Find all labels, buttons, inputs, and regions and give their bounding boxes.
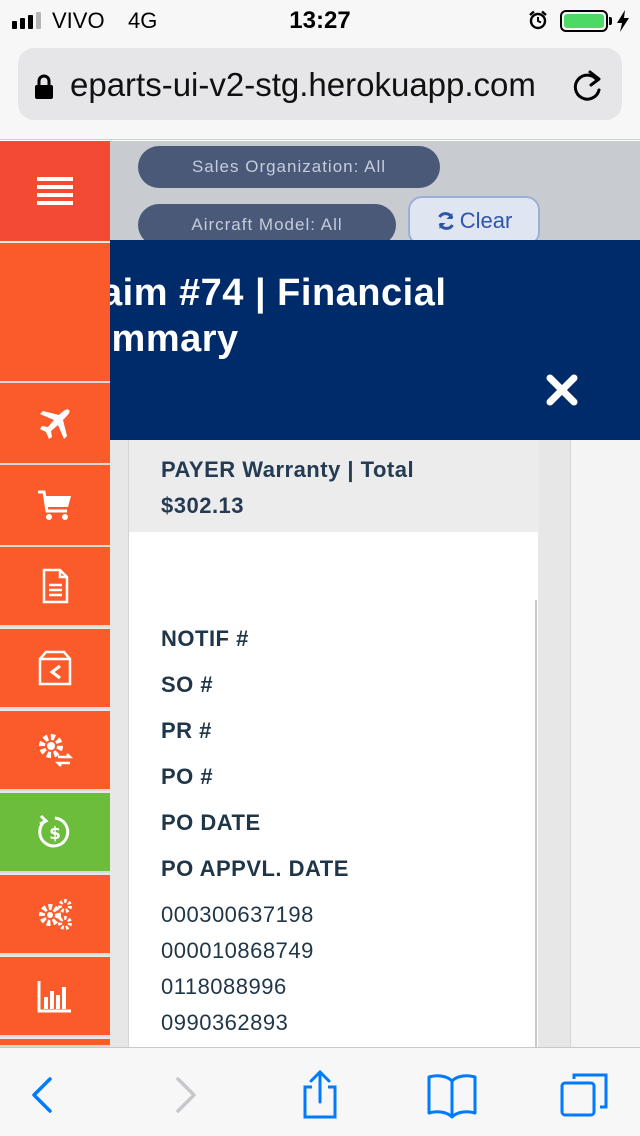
po-approval-date-label: PO APPVL. DATE bbox=[161, 856, 349, 881]
status-bar: VIVO 4G 13:27 bbox=[0, 0, 640, 40]
close-icon[interactable] bbox=[546, 374, 578, 406]
modal-title-line-1: Claim #74 | Financial bbox=[110, 272, 447, 314]
filter-bar: Sales Organization: All Aircraft Model: … bbox=[110, 141, 640, 246]
gear-exchange-icon bbox=[39, 734, 74, 767]
gears-icon bbox=[39, 899, 72, 930]
field-labels: NOTIF # SO # PR # PO # PO DATE PO APPVL.… bbox=[161, 624, 349, 900]
scrollbar[interactable] bbox=[535, 600, 537, 1047]
pr-label: PR # bbox=[161, 718, 212, 743]
modal-title-line-2: Summary bbox=[110, 318, 239, 360]
tabs-icon bbox=[560, 1073, 608, 1117]
sidebar-item-reports[interactable] bbox=[0, 957, 110, 1037]
address-bar[interactable]: eparts-ui-v2-stg.herokuapp.com bbox=[18, 48, 622, 120]
sales-organization-filter[interactable]: Sales Organization: All bbox=[138, 146, 440, 188]
clear-label: Clear bbox=[459, 208, 513, 233]
refund-dollar-icon: $ bbox=[38, 814, 70, 848]
modal-title: Claim #74 | Financial Summary bbox=[110, 270, 562, 362]
charging-icon bbox=[617, 10, 629, 32]
bookmarks-icon bbox=[427, 1074, 477, 1119]
url-text[interactable]: eparts-ui-v2-stg.herokuapp.com bbox=[70, 66, 560, 104]
refresh-icon bbox=[437, 212, 454, 230]
svg-text:$: $ bbox=[49, 824, 61, 844]
bookmarks-button[interactable] bbox=[422, 1068, 482, 1122]
forward-icon bbox=[176, 1077, 196, 1113]
cart-icon bbox=[38, 490, 71, 520]
return-box-icon bbox=[38, 650, 72, 686]
clear-button[interactable]: Clear bbox=[408, 196, 540, 246]
browser-toolbar bbox=[0, 1047, 640, 1136]
payer-summary: PAYER Warranty | Total $302.13 bbox=[129, 440, 539, 532]
reload-icon[interactable] bbox=[570, 68, 604, 104]
sidebar: $ bbox=[0, 141, 110, 1047]
background-panel bbox=[570, 440, 640, 1047]
notif-label: NOTIF # bbox=[161, 626, 249, 651]
so-label: SO # bbox=[161, 672, 214, 697]
po-value: 0990362893 bbox=[161, 1010, 289, 1035]
po-label: PO # bbox=[161, 764, 214, 789]
modal-body: PAYER Warranty | Total $302.13 NOTIF # S… bbox=[128, 440, 539, 1047]
forward-button[interactable] bbox=[154, 1068, 214, 1122]
field-values: 000300637198 000010868749 0118088996 099… bbox=[161, 900, 314, 1044]
sidebar-menu-button[interactable] bbox=[0, 141, 110, 241]
notif-value: 000300637198 bbox=[161, 902, 314, 927]
pr-value: 0118088996 bbox=[161, 974, 287, 999]
po-date-label: PO DATE bbox=[161, 810, 261, 835]
sidebar-item-exchange[interactable] bbox=[0, 711, 110, 791]
so-value: 000010868749 bbox=[161, 938, 314, 963]
airplane-icon bbox=[40, 409, 70, 439]
lock-icon bbox=[35, 74, 53, 99]
share-button[interactable] bbox=[290, 1068, 350, 1122]
sidebar-item-aircraft[interactable] bbox=[0, 385, 110, 465]
modal-header: Claim #74 | Financial Summary bbox=[110, 240, 640, 440]
document-icon bbox=[42, 568, 69, 604]
sidebar-item-shipping-area bbox=[0, 243, 110, 383]
menu-icon bbox=[37, 177, 73, 205]
payer-label: PAYER Warranty | Total bbox=[161, 457, 415, 482]
back-button[interactable] bbox=[14, 1068, 74, 1122]
back-icon bbox=[32, 1077, 52, 1113]
alarm-icon bbox=[529, 10, 547, 30]
tabs-button[interactable] bbox=[554, 1068, 614, 1122]
bar-chart-icon bbox=[37, 981, 71, 1013]
browser-address-area: eparts-ui-v2-stg.herokuapp.com bbox=[0, 40, 640, 140]
sidebar-item-documents[interactable] bbox=[0, 547, 110, 627]
sidebar-item-returns[interactable] bbox=[0, 629, 110, 709]
sidebar-item-cart[interactable] bbox=[0, 467, 110, 547]
sidebar-item-settings[interactable] bbox=[0, 875, 110, 955]
battery-icon bbox=[560, 10, 608, 32]
share-icon bbox=[303, 1069, 337, 1119]
sidebar-item-refunds[interactable]: $ bbox=[0, 793, 110, 873]
payer-total: $302.13 bbox=[161, 493, 245, 518]
web-page: Sales Organization: All Aircraft Model: … bbox=[0, 141, 640, 1047]
